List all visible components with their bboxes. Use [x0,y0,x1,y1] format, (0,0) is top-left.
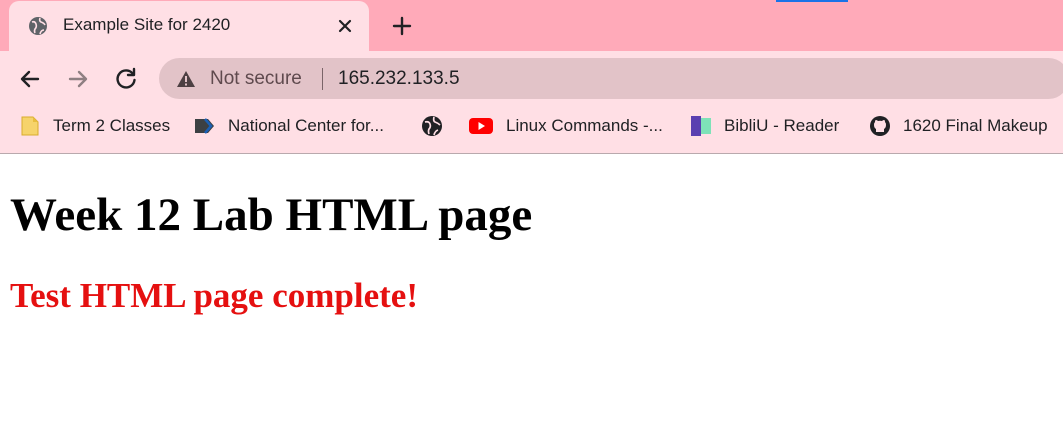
back-arrow-icon[interactable] [17,66,43,92]
globe-icon [29,17,47,35]
tab-title: Example Site for 2420 [63,15,231,34]
new-tab-icon[interactable] [390,14,414,38]
github-icon [870,116,890,136]
reload-icon[interactable] [113,66,139,92]
bookmark-globe[interactable] [421,108,455,144]
folder-icon [21,116,39,136]
omnibox-separator [322,68,323,90]
bibliu-icon [691,116,711,136]
youtube-icon [469,118,493,134]
page-content: Week 12 Lab HTML page Test HTML page com… [0,154,1063,423]
bookmark-1620-final-makeup[interactable]: 1620 Final Makeup [869,108,1048,144]
security-status-label[interactable]: Not secure [210,68,302,90]
page-subheading: Test HTML page complete! [10,276,418,315]
bookmark-national-center[interactable]: National Center for... [194,108,384,144]
bookmark-arrow-icon [195,118,214,134]
bookmark-bibliu-reader[interactable]: BibliU - Reader [690,108,839,144]
active-tab[interactable]: Example Site for 2420 [9,1,369,51]
tab-strip: Example Site for 2420 [0,0,1063,51]
bookmark-term-2-classes[interactable]: Term 2 Classes [19,108,170,144]
address-bar[interactable]: Not secure 165.232.133.5 [159,58,1063,99]
globe-icon [422,116,442,136]
close-icon[interactable] [335,16,355,36]
page-heading: Week 12 Lab HTML page [10,189,533,241]
tab-strip-accent [776,0,848,2]
forward-arrow-icon[interactable] [65,66,91,92]
browser-chrome: Example Site for 2420 Not secure 165.232… [0,0,1063,154]
warning-icon[interactable] [176,69,196,89]
bookmarks-bar: Term 2 Classes National Center for... Li… [0,108,1063,144]
url-text[interactable]: 165.232.133.5 [338,68,460,90]
bookmark-linux-commands[interactable]: Linux Commands -... [468,108,663,144]
